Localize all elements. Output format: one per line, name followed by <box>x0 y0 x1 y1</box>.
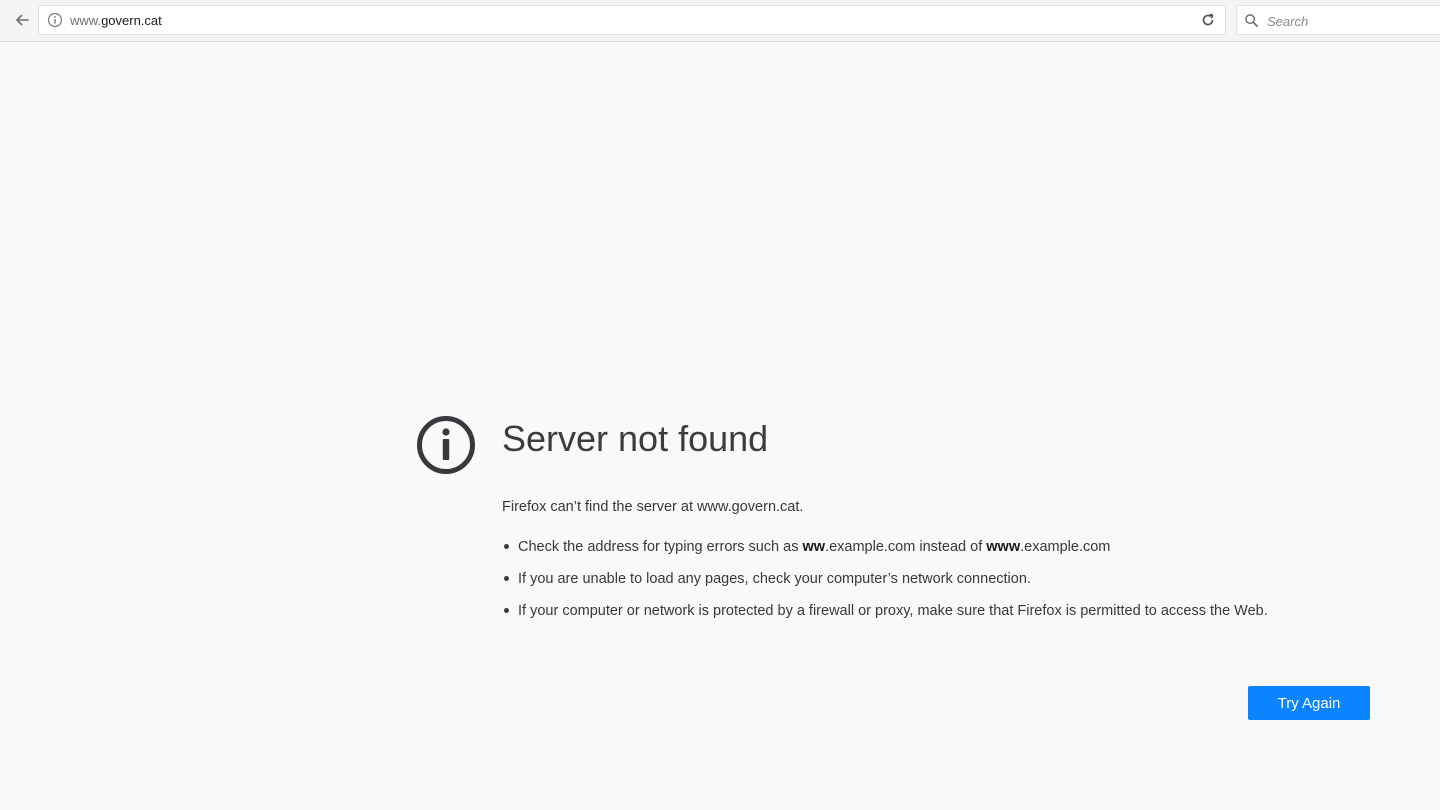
suggestion-text: Check the address for typing errors such… <box>518 539 803 555</box>
suggestion-text: .example.com instead of <box>825 539 987 555</box>
list-item: If you are unable to load any pages, che… <box>502 567 1362 591</box>
suggestion-bold: ww <box>802 539 826 555</box>
back-button[interactable] <box>8 6 36 34</box>
list-item: If your computer or network is protected… <box>502 599 1362 623</box>
url-host: govern.cat <box>101 13 162 28</box>
error-page: Server not found Firefox can’t find the … <box>0 43 1440 810</box>
error-description: Firefox can’t find the server at www.gov… <box>502 499 804 515</box>
url-bar[interactable]: www.govern.cat <box>38 5 1226 35</box>
reload-icon[interactable] <box>1199 11 1217 29</box>
back-arrow-icon <box>16 14 29 26</box>
suggestion-bold: www <box>986 539 1021 555</box>
url-text[interactable]: www.govern.cat <box>70 13 162 28</box>
search-input[interactable] <box>1265 11 1439 31</box>
suggestion-text: .example.com <box>1020 539 1111 555</box>
suggestion-list: Check the address for typing errors such… <box>502 535 1362 631</box>
url-prefix: www. <box>70 13 102 28</box>
search-icon <box>1245 14 1258 27</box>
error-title: Server not found <box>502 418 769 459</box>
try-again-button[interactable]: Try Again <box>1248 686 1370 720</box>
list-item: Check the address for typing errors such… <box>502 535 1362 559</box>
browser-toolbar: www.govern.cat <box>0 0 1440 42</box>
site-info-icon[interactable] <box>47 12 63 28</box>
info-circle-icon <box>417 416 475 474</box>
search-bar[interactable] <box>1236 5 1440 35</box>
